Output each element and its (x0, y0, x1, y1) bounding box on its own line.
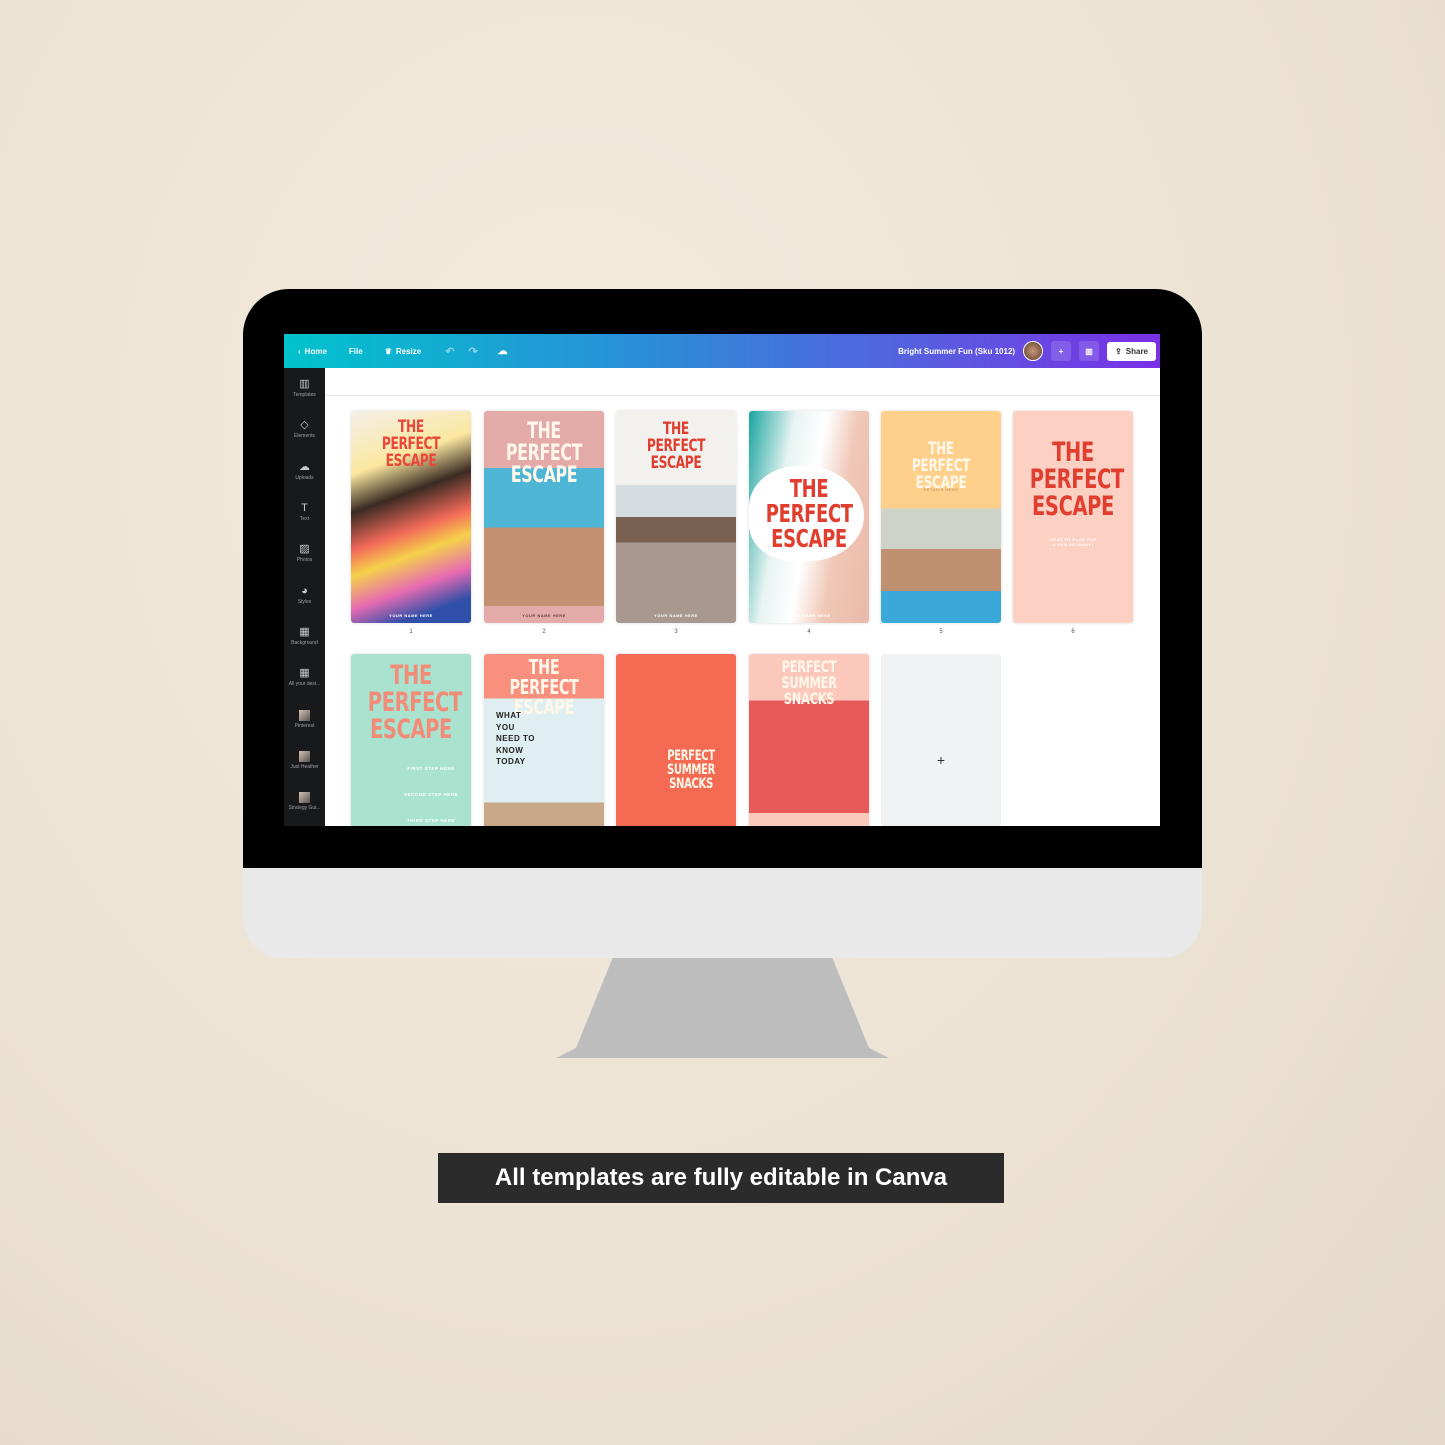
sidebar-item-elements[interactable]: ◇ Elements (284, 409, 325, 450)
redo-icon[interactable]: ↷ (468, 345, 477, 358)
page-title: THE PERFECT ESCAPE (1029, 437, 1124, 522)
sidebar-icon: ▥ (299, 378, 310, 391)
page-thumbnail[interactable]: THE PERFECT ESCAPE WHAT TO PLAN FOR A FUN… (1013, 411, 1133, 623)
sidebar-item-all-your-desi[interactable]: ▦ All your desi... (284, 657, 325, 698)
chevron-left-icon: ‹ (298, 346, 301, 356)
page-thumbnail[interactable]: THE PERFECT ESCAPE YOUR NAME HERE (484, 411, 604, 623)
page-title: THE PERFECT ESCAPE (505, 419, 583, 488)
page-title: THE PERFECT ESCAPE (911, 439, 971, 493)
sidebar-item-photos[interactable]: ▨ Photos (284, 533, 325, 574)
sidebar-icon: ◕ (301, 584, 308, 597)
page-title: THE PERFECT ESCAPE (381, 417, 441, 471)
sidebar-icon (299, 792, 310, 804)
page-title: THE PERFECT ESCAPE (367, 660, 462, 745)
caption-banner: All templates are fully editable in Canv… (438, 1153, 1004, 1203)
sidebar-icon: ▦ (299, 667, 310, 680)
page-subtitle: WHAT TO PLAN FOR A FUN GETAWAY! (1049, 537, 1097, 547)
page-subtitle: YOUR NAME HERE (522, 613, 566, 618)
page-thumbnail[interactable]: PERFECT SUMMER SNACKS (616, 654, 736, 826)
page-title: THE PERFECT ESCAPE (765, 474, 853, 553)
page-title: THE PERFECT ESCAPE (509, 655, 579, 719)
page-thumbnail[interactable]: THE PERFECT ESCAPE YOUR NAME HERE (351, 411, 471, 623)
step-text: FIRST STEP HERE (407, 766, 455, 771)
page-number: 6 (1071, 629, 1075, 635)
step-text: SECOND STEP HERE (404, 792, 458, 797)
canva-editor: ‹ Home File ♛ Resize ↶ ↷ ☁ Bright Summer F… (284, 334, 1160, 826)
sidebar-item-text[interactable]: T Text (284, 492, 325, 533)
page-number: 3 (674, 629, 678, 635)
share-button[interactable]: ⇪ Share (1107, 341, 1156, 361)
sidebar-item-templates[interactable]: ▥ Templates (284, 368, 325, 409)
add-collaborator-button[interactable]: + (1051, 341, 1072, 361)
home-button[interactable]: ‹ Home (298, 347, 327, 356)
page-title: PERFECT SUMMER SNACKS (781, 657, 837, 708)
sidebar-item-background[interactable]: ▦ Background (284, 616, 325, 657)
insights-chart-icon[interactable]: ▥ (1079, 341, 1100, 361)
undo-icon[interactable]: ↶ (445, 345, 454, 358)
page-subtitle: YOUR NAME HERE (787, 613, 831, 618)
resize-button[interactable]: ♛ Resize (385, 347, 422, 356)
page-thumbnail[interactable]: THE PERFECT ESCAPE YOUR NAME HERE (616, 411, 736, 623)
design-title[interactable]: Bright Summer Fun (Sku 1012) (898, 347, 1015, 356)
add-page-button[interactable]: + (881, 654, 1001, 826)
sidebar-icon (299, 750, 310, 762)
avatar[interactable] (1023, 341, 1044, 361)
sidebar-icon: ▨ (299, 543, 310, 556)
page-subtitle: YOUR NAME HERE (389, 613, 433, 618)
page-thumbnail[interactable]: THE PERFECT ESCAPE DETAILS HERE (881, 411, 1001, 623)
sidebar-item-strategy-gui[interactable]: Strategy Gui... (284, 781, 325, 822)
page-title: PERFECT SUMMER SNACKS (666, 748, 715, 792)
page-subtitle: WHAT YOU NEED TO KNOW TODAY (496, 711, 535, 766)
sidebar-icon: ▦ (299, 625, 310, 638)
monitor-chin (243, 868, 1202, 958)
sidebar-icon (299, 709, 310, 721)
sidebar-item-pinterest[interactable]: Pinterest (284, 698, 325, 739)
page-thumbnail[interactable]: PERFECT SUMMER SNACKS (749, 654, 869, 826)
page-thumbnail[interactable]: THE PERFECT ESCAPE YOUR NAME HERE (749, 411, 869, 623)
upload-icon: ⇪ (1115, 346, 1122, 356)
divider (325, 395, 1160, 396)
page-thumbnail[interactable]: THE PERFECT ESCAPE FIRST STEP HERE SECOND … (351, 654, 471, 826)
sidebar-item-just-heather[interactable]: Just Heather (284, 740, 325, 781)
page-subtitle: DETAILS HERE (923, 487, 959, 492)
sidebar-icon: T (301, 502, 308, 515)
page-number: 2 (542, 629, 546, 635)
sidebar: ▥ Templates ◇ Elements ☁ Uploads T Text ▨ Photos ◕… (284, 368, 325, 826)
sidebar-icon: ◇ (300, 419, 309, 432)
top-toolbar: ‹ Home File ♛ Resize ↶ ↷ ☁ Bright Summer F… (284, 334, 1160, 368)
page-number: 4 (807, 629, 811, 635)
cloud-saved-icon[interactable]: ☁ (498, 346, 508, 357)
page-number: 1 (409, 629, 413, 635)
page-thumbnail[interactable]: THE PERFECT ESCAPE WHAT YOU NEED TO KNOW … (484, 654, 604, 826)
step-text: THIRD STEP HERE (407, 818, 455, 823)
page-title: THE PERFECT ESCAPE (646, 419, 706, 473)
sidebar-item-uploads[interactable]: ☁ Uploads (284, 451, 325, 492)
page-number: 5 (939, 629, 943, 635)
sidebar-icon: ☁ (299, 460, 310, 473)
crown-icon: ♛ (384, 346, 392, 356)
monitor-stand (556, 958, 889, 1058)
page-subtitle: YOUR NAME HERE (654, 613, 698, 618)
sidebar-item-styles[interactable]: ◕ Styles (284, 574, 325, 615)
file-menu[interactable]: File (349, 347, 363, 356)
